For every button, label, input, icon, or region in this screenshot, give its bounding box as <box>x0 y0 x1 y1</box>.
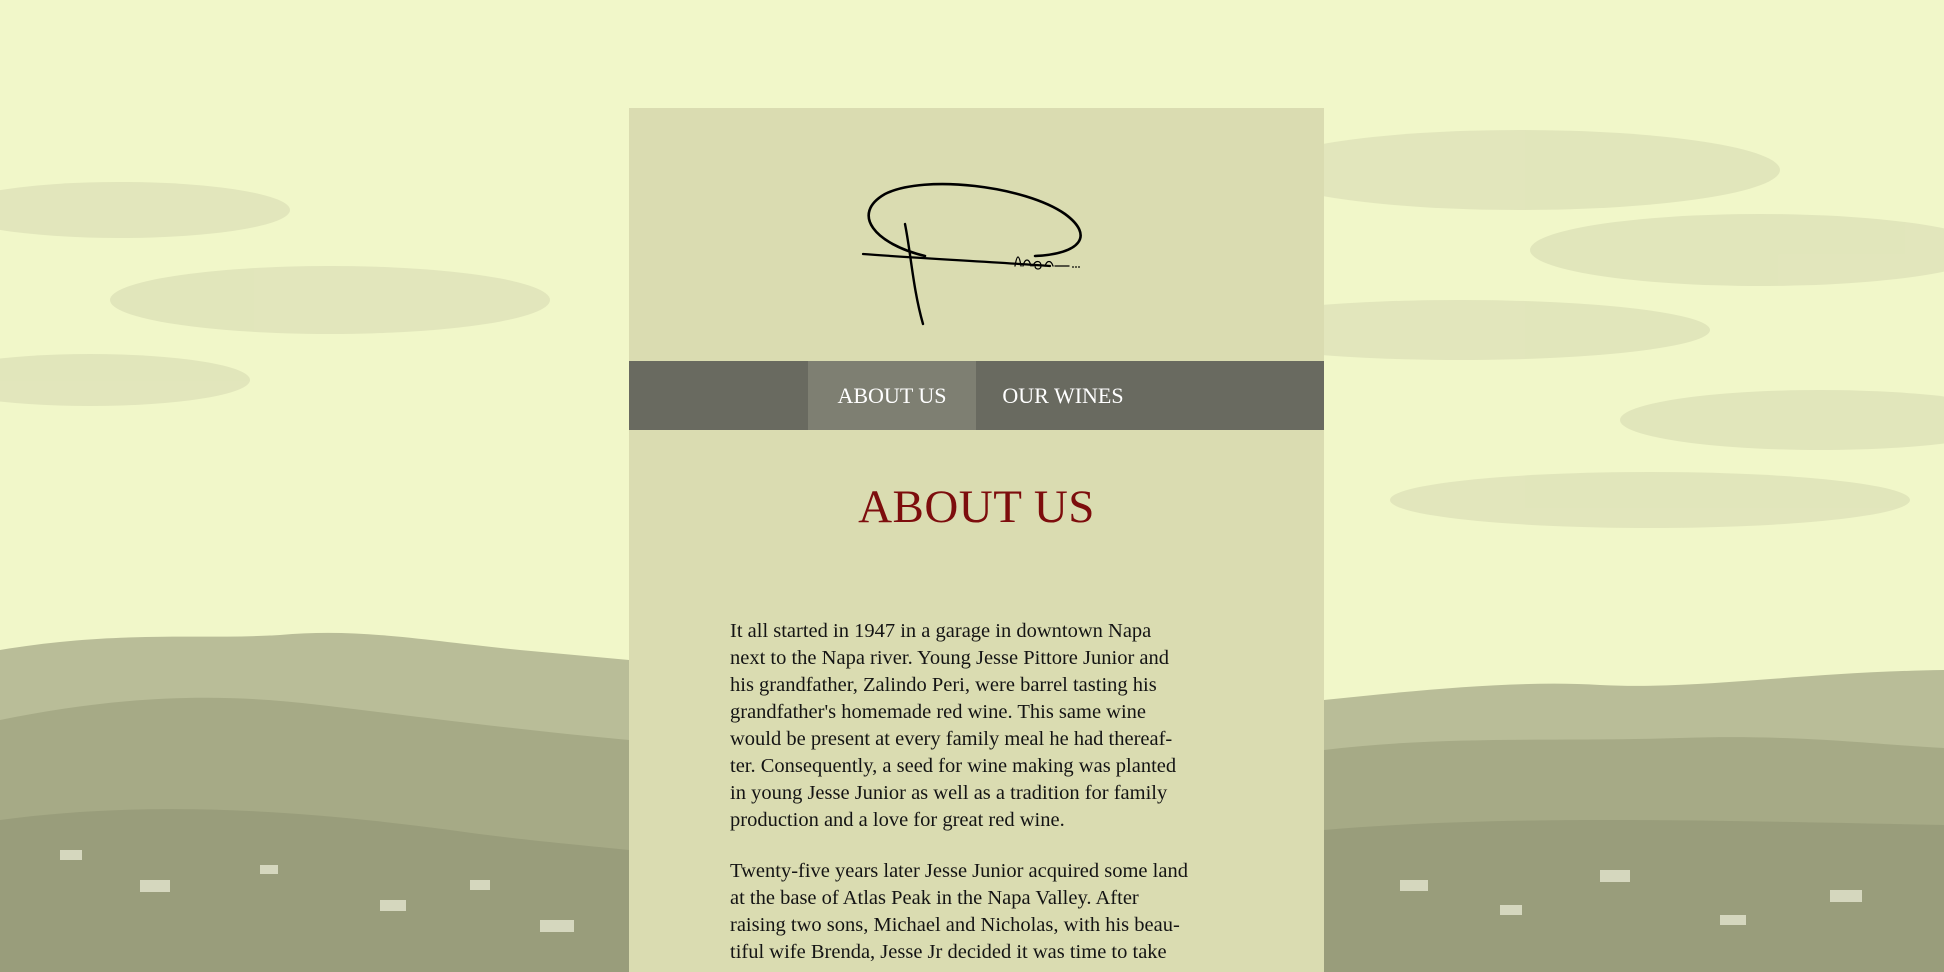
about-paragraph-1: It all started in 1947 in a garage in do… <box>730 620 1177 831</box>
content-card: ABOUT US OUR WINES ABOUT US It all start… <box>629 108 1324 972</box>
main-navigation: ABOUT US OUR WINES <box>629 361 1324 430</box>
nav-item-our-wines[interactable]: OUR WINES <box>976 361 1150 430</box>
logo-area <box>629 108 1324 361</box>
pittore-signature-logo[interactable] <box>855 174 1095 344</box>
page-title: ABOUT US <box>858 481 1095 533</box>
nav-item-about-us[interactable]: ABOUT US <box>808 361 976 430</box>
about-paragraph-2: Twenty-five years later Jesse Junior acq… <box>730 860 1188 963</box>
